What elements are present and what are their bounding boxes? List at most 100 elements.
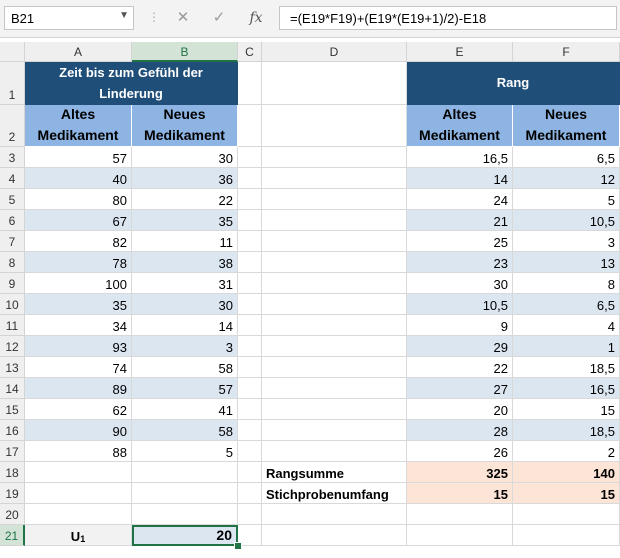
rangsumme-e[interactable]: 325 bbox=[407, 462, 513, 483]
row-header-18[interactable]: 18 bbox=[0, 462, 25, 483]
fill-handle[interactable] bbox=[234, 542, 242, 550]
cell-b17[interactable]: 5 bbox=[132, 441, 238, 462]
cell-e4[interactable]: 14 bbox=[407, 168, 513, 189]
cell-e12[interactable]: 29 bbox=[407, 336, 513, 357]
cell-e7[interactable]: 25 bbox=[407, 231, 513, 252]
row-header-5[interactable]: 5 bbox=[0, 189, 25, 210]
cell-e8[interactable]: 23 bbox=[407, 252, 513, 273]
cell-d3[interactable] bbox=[262, 147, 407, 168]
cell-f15[interactable]: 15 bbox=[513, 399, 620, 420]
cell-d2[interactable] bbox=[262, 105, 407, 147]
cell-d15[interactable] bbox=[262, 399, 407, 420]
cell-e15[interactable]: 20 bbox=[407, 399, 513, 420]
cell-a5[interactable]: 80 bbox=[25, 189, 132, 210]
cell-b20[interactable] bbox=[132, 504, 238, 525]
cell-f20[interactable] bbox=[513, 504, 620, 525]
cell-b16[interactable]: 58 bbox=[132, 420, 238, 441]
column-header-f[interactable]: F bbox=[513, 42, 620, 62]
cell-c2[interactable] bbox=[238, 105, 262, 147]
cell-c10[interactable] bbox=[238, 294, 262, 315]
name-box[interactable]: B21 ▼ bbox=[4, 6, 134, 30]
cell-a16[interactable]: 90 bbox=[25, 420, 132, 441]
cell-b4[interactable]: 36 bbox=[132, 168, 238, 189]
column-header-e[interactable]: E bbox=[407, 42, 513, 62]
cell-d13[interactable] bbox=[262, 357, 407, 378]
cell-a12[interactable]: 93 bbox=[25, 336, 132, 357]
column-header-b[interactable]: B bbox=[132, 42, 238, 62]
cell-c12[interactable] bbox=[238, 336, 262, 357]
row-header-12[interactable]: 12 bbox=[0, 336, 25, 357]
row-header-14[interactable]: 14 bbox=[0, 378, 25, 399]
row-header-11[interactable]: 11 bbox=[0, 315, 25, 336]
cell-d10[interactable] bbox=[262, 294, 407, 315]
cell-b7[interactable]: 11 bbox=[132, 231, 238, 252]
cell-d9[interactable] bbox=[262, 273, 407, 294]
cell-e14[interactable]: 27 bbox=[407, 378, 513, 399]
cell-e9[interactable]: 30 bbox=[407, 273, 513, 294]
cell-d11[interactable] bbox=[262, 315, 407, 336]
row-header-10[interactable]: 10 bbox=[0, 294, 25, 315]
row-header-13[interactable]: 13 bbox=[0, 357, 25, 378]
cell-d1[interactable] bbox=[262, 62, 407, 105]
cancel-icon[interactable]: ✕ bbox=[170, 7, 196, 29]
cell-f5[interactable]: 5 bbox=[513, 189, 620, 210]
stichprobe-e[interactable]: 15 bbox=[407, 483, 513, 504]
cell-c11[interactable] bbox=[238, 315, 262, 336]
cell-f4[interactable]: 12 bbox=[513, 168, 620, 189]
cell-b13[interactable]: 58 bbox=[132, 357, 238, 378]
cell-f14[interactable]: 16,5 bbox=[513, 378, 620, 399]
cell-a20[interactable] bbox=[25, 504, 132, 525]
cell-c8[interactable] bbox=[238, 252, 262, 273]
cell-d20[interactable] bbox=[262, 504, 407, 525]
cell-f9[interactable]: 8 bbox=[513, 273, 620, 294]
column-header-d[interactable]: D bbox=[262, 42, 407, 62]
cell-d14[interactable] bbox=[262, 378, 407, 399]
cell-b9[interactable]: 31 bbox=[132, 273, 238, 294]
cell-e3[interactable]: 16,5 bbox=[407, 147, 513, 168]
stichprobenumfang-label[interactable]: Stichprobenumfang bbox=[262, 483, 407, 504]
row-header-20[interactable]: 20 bbox=[0, 504, 25, 525]
cell-b21-selected[interactable]: 20 bbox=[132, 525, 238, 546]
cell-a8[interactable]: 78 bbox=[25, 252, 132, 273]
cell-d7[interactable] bbox=[262, 231, 407, 252]
cell-e13[interactable]: 22 bbox=[407, 357, 513, 378]
cell-b10[interactable]: 30 bbox=[132, 294, 238, 315]
row-header-6[interactable]: 6 bbox=[0, 210, 25, 231]
cell-c13[interactable] bbox=[238, 357, 262, 378]
cell-f17[interactable]: 2 bbox=[513, 441, 620, 462]
cell-f21[interactable] bbox=[513, 525, 620, 546]
cell-d16[interactable] bbox=[262, 420, 407, 441]
cell-f10[interactable]: 6,5 bbox=[513, 294, 620, 315]
row-header-17[interactable]: 17 bbox=[0, 441, 25, 462]
cell-a3[interactable]: 57 bbox=[25, 147, 132, 168]
cell-e5[interactable]: 24 bbox=[407, 189, 513, 210]
cell-a6[interactable]: 67 bbox=[25, 210, 132, 231]
cell-b18[interactable] bbox=[132, 462, 238, 483]
cell-d5[interactable] bbox=[262, 189, 407, 210]
cell-c15[interactable] bbox=[238, 399, 262, 420]
cell-a10[interactable]: 35 bbox=[25, 294, 132, 315]
cell-a7[interactable]: 82 bbox=[25, 231, 132, 252]
cell-b8[interactable]: 38 bbox=[132, 252, 238, 273]
row-header-3[interactable]: 3 bbox=[0, 147, 25, 168]
cell-c4[interactable] bbox=[238, 168, 262, 189]
cell-e17[interactable]: 26 bbox=[407, 441, 513, 462]
cell-a14[interactable]: 89 bbox=[25, 378, 132, 399]
cell-c19[interactable] bbox=[238, 483, 262, 504]
cell-c9[interactable] bbox=[238, 273, 262, 294]
rangsumme-label[interactable]: Rangsumme bbox=[262, 462, 407, 483]
cell-b15[interactable]: 41 bbox=[132, 399, 238, 420]
cell-c17[interactable] bbox=[238, 441, 262, 462]
cell-c7[interactable] bbox=[238, 231, 262, 252]
cell-c16[interactable] bbox=[238, 420, 262, 441]
cell-b12[interactable]: 3 bbox=[132, 336, 238, 357]
cell-b5[interactable]: 22 bbox=[132, 189, 238, 210]
row-header-19[interactable]: 19 bbox=[0, 483, 25, 504]
cell-a15[interactable]: 62 bbox=[25, 399, 132, 420]
cell-f6[interactable]: 10,5 bbox=[513, 210, 620, 231]
cell-e21[interactable] bbox=[407, 525, 513, 546]
cell-c20[interactable] bbox=[238, 504, 262, 525]
cell-b6[interactable]: 35 bbox=[132, 210, 238, 231]
formula-input[interactable]: =(E19*F19)+(E19*(E19+1)/2)-E18 bbox=[279, 6, 617, 30]
cell-c14[interactable] bbox=[238, 378, 262, 399]
